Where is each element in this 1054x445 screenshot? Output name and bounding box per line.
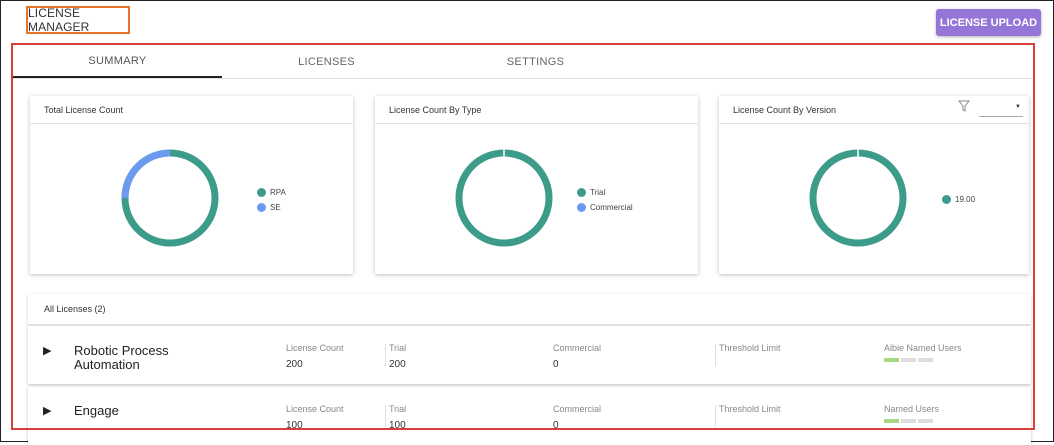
column-value: 200 xyxy=(286,359,303,370)
named-users-cell: Named Users xyxy=(884,404,939,423)
legend-dot xyxy=(577,188,586,197)
version-legend: 19.00 xyxy=(942,192,975,207)
card-title: License Count By Version xyxy=(733,104,837,115)
column-label: Threshold Limit xyxy=(719,343,781,353)
card-header: License Count By Version ▼ xyxy=(719,96,1029,124)
named-users-bar xyxy=(884,358,962,362)
bar-segment xyxy=(884,358,899,362)
column-label: Trial xyxy=(389,343,407,353)
column-label: Commercial xyxy=(553,404,602,414)
trial-cell: Trial 100 xyxy=(389,404,406,431)
license-count-cell: License Count 100 xyxy=(286,404,344,431)
total-license-donut xyxy=(121,149,219,247)
legend-item[interactable]: SE xyxy=(257,200,286,215)
card-title: License Count By Type xyxy=(375,96,698,124)
table-row[interactable]: ▶ Engage License Count 100 Trial 100 Com… xyxy=(28,387,1031,445)
column-value: 200 xyxy=(389,359,406,370)
legend-dot xyxy=(942,195,951,204)
version-select[interactable]: ▼ xyxy=(979,104,1023,117)
column-label: License Count xyxy=(286,343,344,353)
legend-dot xyxy=(257,188,266,197)
license-type-donut xyxy=(455,149,553,247)
tab-summary[interactable]: SUMMARY xyxy=(13,45,222,78)
column-label: Trial xyxy=(389,404,407,414)
tab-settings[interactable]: SETTINGS xyxy=(431,45,640,78)
table-row[interactable]: ▶ Robotic Process Automation License Cou… xyxy=(28,326,1031,384)
bar-segment xyxy=(918,419,933,423)
legend-item[interactable]: Commercial xyxy=(577,200,633,215)
legend-label: RPA xyxy=(270,188,286,197)
divider xyxy=(385,344,386,366)
filter-icon[interactable] xyxy=(957,99,971,113)
threshold-cell: Threshold Limit xyxy=(719,343,781,359)
product-name-line: Engage xyxy=(74,403,119,418)
bar-segment xyxy=(918,358,933,362)
bar-segment xyxy=(901,419,916,423)
column-label: License Count xyxy=(286,404,344,414)
license-count-cell: License Count 200 xyxy=(286,343,344,370)
total-legend: RPA SE xyxy=(257,185,286,215)
commercial-cell: Commercial 0 xyxy=(553,343,601,370)
legend-label: SE xyxy=(270,203,281,212)
product-name-line: Automation xyxy=(74,357,140,372)
product-name-line: Robotic Process xyxy=(74,343,169,358)
column-label: Albie Named Users xyxy=(884,343,962,353)
column-value: 100 xyxy=(286,420,303,431)
legend-item[interactable]: 19.00 xyxy=(942,192,975,207)
column-label: Threshold Limit xyxy=(719,404,781,414)
chevron-down-icon: ▼ xyxy=(1015,104,1021,110)
expand-arrow-icon[interactable]: ▶ xyxy=(43,404,51,417)
bar-segment xyxy=(884,419,899,423)
legend-label: Trial xyxy=(590,188,606,197)
product-name: Robotic Process Automation xyxy=(74,344,204,372)
license-version-card: License Count By Version ▼ 19.00 xyxy=(719,96,1029,274)
column-label: Commercial xyxy=(553,343,602,353)
license-upload-button[interactable]: LICENSE UPLOAD xyxy=(936,9,1041,36)
named-users-cell: Albie Named Users xyxy=(884,343,962,362)
tab-licenses[interactable]: LICENSES xyxy=(222,45,431,78)
legend-label: Commercial xyxy=(590,203,633,212)
all-licenses-header: All Licenses (2) xyxy=(28,294,1031,324)
legend-dot xyxy=(257,203,266,212)
card-title: Total License Count xyxy=(30,96,353,124)
expand-arrow-icon[interactable]: ▶ xyxy=(43,344,51,357)
legend-item[interactable]: Trial xyxy=(577,185,633,200)
column-value: 0 xyxy=(553,420,559,431)
column-value: 100 xyxy=(389,420,406,431)
donut-slice-19 xyxy=(809,149,907,247)
bar-segment xyxy=(901,358,916,362)
license-type-card: License Count By Type Trial Commercial xyxy=(375,96,698,274)
legend-label: 19.00 xyxy=(955,195,976,204)
trial-cell: Trial 200 xyxy=(389,343,406,370)
divider xyxy=(715,344,716,366)
tab-bar: SUMMARY LICENSES SETTINGS xyxy=(13,45,1033,79)
product-name: Engage xyxy=(74,404,204,418)
divider xyxy=(385,405,386,427)
legend-item[interactable]: RPA xyxy=(257,185,286,200)
column-label: Named Users xyxy=(884,404,940,414)
column-value: 0 xyxy=(553,359,559,370)
named-users-bar xyxy=(884,419,939,423)
total-license-card: Total License Count RPA SE xyxy=(30,96,353,274)
commercial-cell: Commercial 0 xyxy=(553,404,601,431)
divider xyxy=(715,405,716,427)
legend-dot xyxy=(577,203,586,212)
donut-slice-trial xyxy=(455,149,553,247)
threshold-cell: Threshold Limit xyxy=(719,404,781,420)
license-version-donut xyxy=(809,149,907,247)
type-legend: Trial Commercial xyxy=(577,185,633,215)
page-title: LICENSE MANAGER xyxy=(26,6,130,34)
